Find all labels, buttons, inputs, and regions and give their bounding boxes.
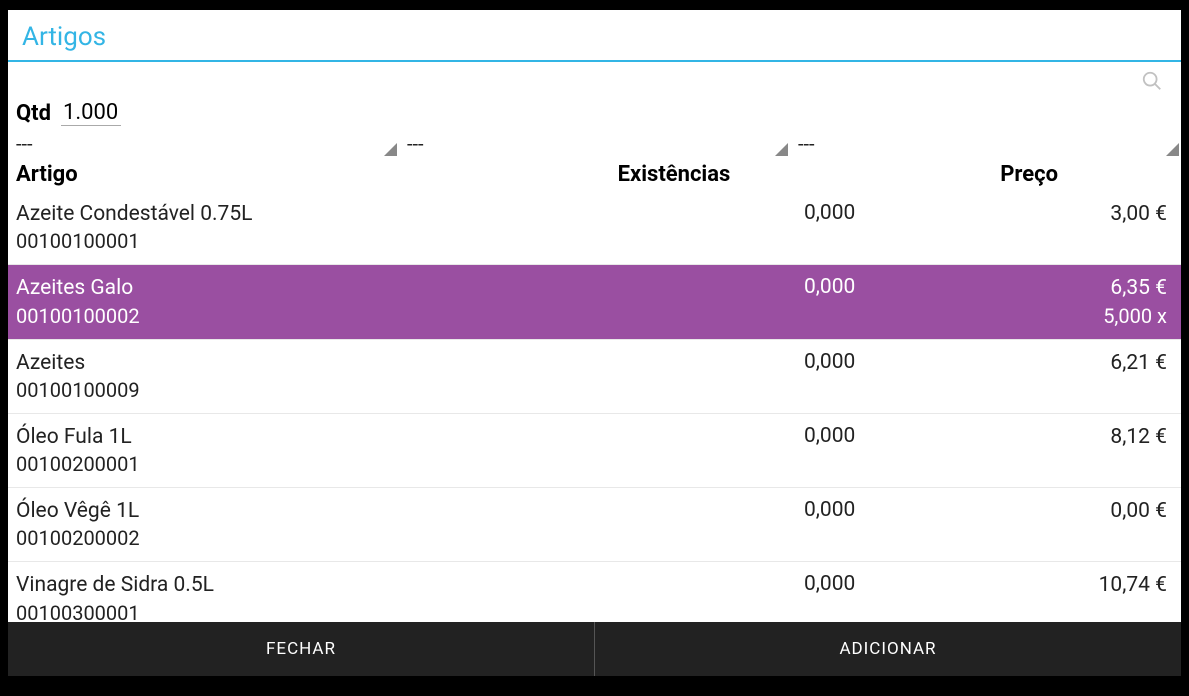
item-price-cell: 8,12 € [895, 424, 1173, 477]
item-code: 00100100009 [16, 377, 618, 403]
table-row[interactable]: Vinagre de Sidra 0.5L00100300001 0,000 10,… [8, 562, 1181, 622]
item-artigo-cell: Óleo Vêgê 1L00100200002 [16, 498, 618, 551]
dialog-header: Artigos [8, 10, 1181, 62]
item-price: 3,00 € [895, 201, 1167, 228]
item-name: Azeites Galo [16, 275, 618, 302]
item-price-cell: 0,00 € [895, 498, 1173, 551]
item-artigo-cell: Óleo Fula 1L00100200001 [16, 424, 618, 477]
item-code: 00100100002 [16, 303, 618, 329]
filter-select-3[interactable]: --- [790, 128, 1181, 158]
filter-value: --- [16, 132, 33, 156]
item-artigo-cell: Vinagre de Sidra 0.5L00100300001 [16, 572, 618, 622]
item-stock: 0,000 [804, 498, 855, 522]
item-name: Azeites [16, 350, 618, 377]
filter-value: --- [798, 132, 815, 156]
item-artigo-cell: Azeite Condestável 0.75L00100100001 [16, 201, 618, 254]
item-price: 6,21 € [895, 350, 1167, 377]
item-price-sub: 5,000 x [895, 303, 1167, 329]
quantity-row: Qtd [8, 96, 1181, 128]
filter-value: --- [407, 132, 424, 156]
item-stock-cell: 0,000 [618, 350, 896, 403]
item-name: Óleo Vêgê 1L [16, 498, 618, 525]
table-row[interactable]: Azeites Galo00100100002 0,000 6,35 €5,000 … [8, 265, 1181, 339]
add-button[interactable]: ADICIONAR [595, 622, 1181, 676]
item-name: Azeite Condestável 0.75L [16, 201, 618, 228]
item-price-cell: 6,21 € [895, 350, 1173, 403]
header-artigo: Artigo [16, 162, 618, 187]
item-stock: 0,000 [804, 350, 855, 374]
item-price: 6,35 € [895, 275, 1167, 302]
header-existencias: Existências [618, 162, 896, 187]
item-stock: 0,000 [804, 424, 855, 448]
item-stock: 0,000 [804, 572, 855, 596]
item-price-cell: 3,00 € [895, 201, 1173, 254]
item-code: 00100100001 [16, 228, 618, 254]
item-stock-cell: 0,000 [618, 424, 896, 477]
dialog-title: Artigos [22, 22, 1167, 52]
table-row[interactable]: Azeites00100100009 0,000 6,21 € [8, 340, 1181, 414]
table-row[interactable]: Óleo Vêgê 1L00100200002 0,000 0,00 € [8, 488, 1181, 562]
item-stock: 0,000 [804, 201, 855, 225]
header-preco: Preço [895, 162, 1173, 187]
search-row [8, 62, 1181, 96]
dialog-footer: FECHAR ADICIONAR [8, 622, 1181, 676]
item-stock-cell: 0,000 [618, 572, 896, 622]
filters-row: --- --- --- [8, 128, 1181, 158]
table-row[interactable]: Azeite Condestável 0.75L00100100001 0,000… [8, 191, 1181, 265]
item-stock: 0,000 [804, 275, 855, 299]
item-name: Óleo Fula 1L [16, 424, 618, 451]
item-name: Vinagre de Sidra 0.5L [16, 572, 618, 599]
item-price: 8,12 € [895, 424, 1167, 451]
filter-select-1[interactable]: --- [8, 128, 399, 158]
item-code: 00100200002 [16, 525, 618, 551]
articles-dialog: Artigos Qtd --- --- --- Artigo Existênci… [8, 10, 1181, 676]
item-stock-cell: 0,000 [618, 498, 896, 551]
close-button[interactable]: FECHAR [8, 622, 595, 676]
item-price: 10,74 € [895, 572, 1167, 599]
search-icon[interactable] [1141, 70, 1163, 92]
quantity-input[interactable] [61, 100, 121, 126]
filter-select-2[interactable]: --- [399, 128, 790, 158]
table-row[interactable]: Óleo Fula 1L00100200001 0,000 8,12 € [8, 414, 1181, 488]
item-artigo-cell: Azeites00100100009 [16, 350, 618, 403]
quantity-label: Qtd [16, 101, 51, 126]
item-code: 00100300001 [16, 600, 618, 622]
item-artigo-cell: Azeites Galo00100100002 [16, 275, 618, 328]
item-price-cell: 6,35 €5,000 x [895, 275, 1173, 328]
item-price: 0,00 € [895, 498, 1167, 525]
item-stock-cell: 0,000 [618, 201, 896, 254]
items-list[interactable]: Azeite Condestável 0.75L00100100001 0,000… [8, 191, 1181, 622]
table-header: Artigo Existências Preço [8, 158, 1181, 191]
android-nav-bar [0, 676, 1189, 696]
item-stock-cell: 0,000 [618, 275, 896, 328]
item-price-cell: 10,74 € [895, 572, 1173, 622]
item-code: 00100200001 [16, 451, 618, 477]
